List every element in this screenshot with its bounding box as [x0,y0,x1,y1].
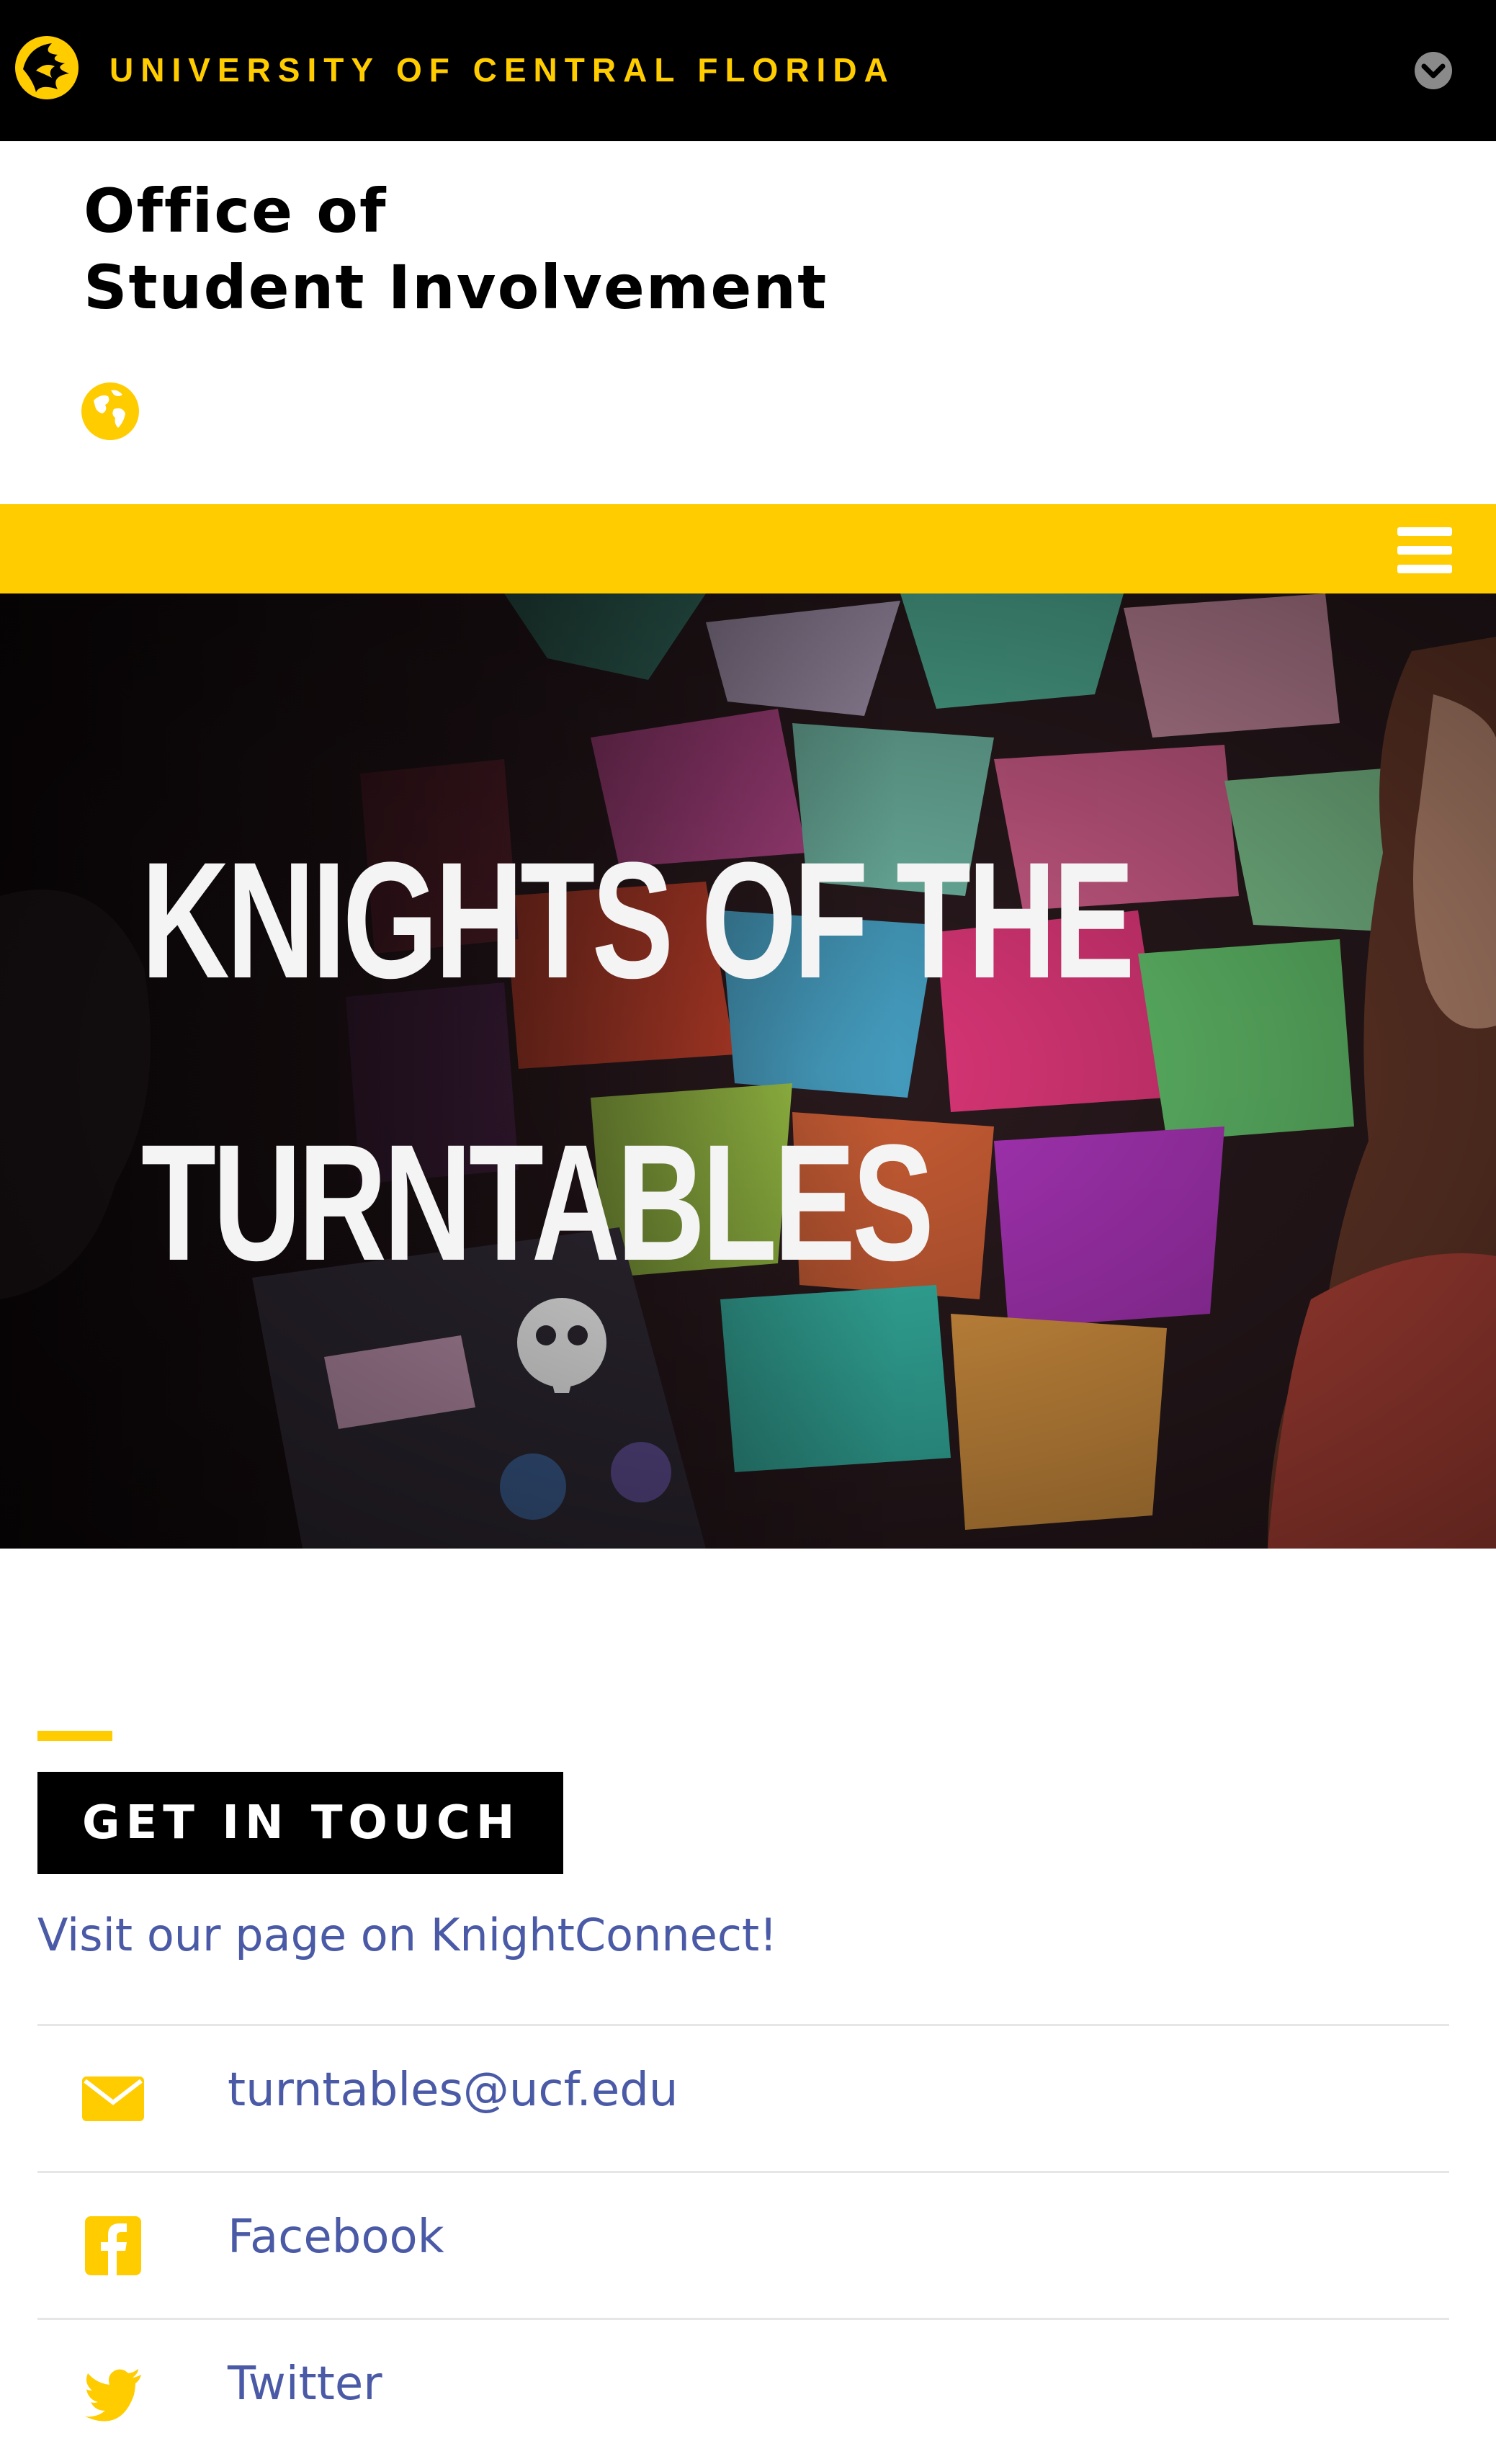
globe-icon[interactable] [79,380,141,442]
hamburger-line [1397,527,1452,536]
hero-title-line-1: KNIGHTS OF THE [141,828,1135,1013]
facebook-link[interactable]: Facebook [228,2210,444,2264]
hamburger-menu-icon[interactable] [1397,527,1452,573]
section-accent-rule [37,1731,112,1741]
facebook-icon [85,2216,141,2275]
twitter-icon [85,2369,141,2422]
envelope-icon [82,2077,144,2121]
twitter-link[interactable]: Twitter [228,2357,382,2411]
site-title-line-1: Office of [84,176,388,246]
knightconnect-link[interactable]: Visit our page on KnightConnect! [37,1909,777,1961]
hero-title: KNIGHTS OF THE TURNTABLES [141,779,1135,1344]
site-title[interactable]: Office of Student Involvement [84,173,828,326]
hero-title-line-2: TURNTABLES [141,1110,934,1295]
contact-item-email: turntables@ucf.edu [0,2026,1496,2170]
hero-banner: KNIGHTS OF THE TURNTABLES [0,593,1496,1549]
main-nav-bar [0,504,1496,593]
ucf-header-bar: UNIVERSITY OF CENTRAL FLORIDA [0,0,1496,141]
hamburger-line [1397,546,1452,555]
contact-item-facebook: Facebook [0,2173,1496,2317]
university-name[interactable]: UNIVERSITY OF CENTRAL FLORIDA [109,50,895,89]
email-link[interactable]: turntables@ucf.edu [228,2064,678,2117]
contact-item-twitter: Twitter [0,2320,1496,2464]
hamburger-line [1397,565,1452,573]
pegasus-logo-icon[interactable] [7,26,86,105]
site-title-line-2: Student Involvement [84,252,828,323]
chevron-down-circle-icon[interactable] [1413,50,1454,91]
get-in-touch-heading: GET IN TOUCH [37,1772,563,1874]
